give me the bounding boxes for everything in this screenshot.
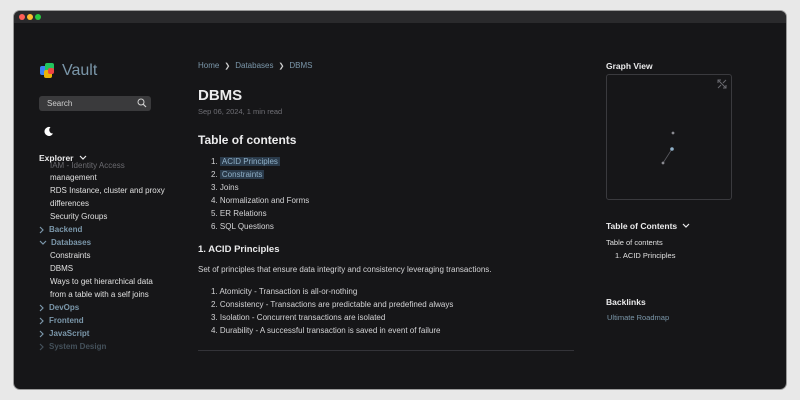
minimize-window-button[interactable] bbox=[27, 14, 33, 20]
tree-folder-system-design[interactable]: System Design bbox=[39, 340, 174, 353]
toc-list: 1. ACID Principles 2. Constraints 3. Joi… bbox=[211, 155, 309, 233]
toc-item: 4. Normalization and Forms bbox=[211, 196, 310, 205]
tree-folder-frontend[interactable]: Frontend bbox=[39, 314, 174, 327]
right-toc-item[interactable]: 1. ACID Principles bbox=[615, 251, 675, 260]
graph-node[interactable] bbox=[671, 131, 675, 135]
tree-item[interactable]: RDS Instance, cluster and proxy bbox=[50, 184, 174, 197]
chevron-right-icon bbox=[39, 330, 44, 337]
chevron-right-icon bbox=[39, 226, 44, 233]
folder-label: Backend bbox=[49, 225, 83, 234]
explorer-tree: IAM - Identity Access management RDS Ins… bbox=[39, 162, 174, 362]
list-item: 3. Isolation - Concurrent transactions a… bbox=[211, 313, 386, 322]
graph-view-title: Graph View bbox=[606, 61, 653, 71]
graph-node[interactable] bbox=[661, 161, 665, 165]
tree-item[interactable]: Security Groups bbox=[50, 210, 174, 223]
tree-item[interactable]: from a table with a self joins bbox=[50, 288, 174, 301]
right-toc-title: Table of Contents bbox=[606, 221, 678, 231]
chevron-right-icon bbox=[39, 304, 44, 311]
graph-node-current[interactable] bbox=[670, 147, 674, 151]
divider bbox=[198, 350, 574, 351]
acid-list: 1. Atomicity - Transaction is all-or-not… bbox=[211, 285, 453, 337]
toc-item: 2. Constraints bbox=[211, 170, 265, 179]
toc-item: 6. SQL Questions bbox=[211, 222, 274, 231]
tree-item[interactable]: Constraints bbox=[50, 249, 174, 262]
list-item: 4. Durability - A successful transaction… bbox=[211, 326, 441, 335]
title-bar bbox=[14, 11, 786, 23]
graph-view[interactable] bbox=[606, 74, 732, 200]
search-icon bbox=[137, 98, 147, 108]
expand-graph-icon[interactable] bbox=[717, 79, 727, 89]
chevron-right-icon bbox=[39, 343, 44, 350]
vault-logo-icon bbox=[40, 63, 56, 79]
page-title: DBMS bbox=[198, 87, 243, 104]
graph-canvas[interactable] bbox=[607, 75, 733, 201]
backlink-link[interactable]: Ultimate Roadmap bbox=[607, 313, 669, 322]
toc-item: 5. ER Relations bbox=[211, 209, 267, 218]
chevron-right-icon: ❯ bbox=[278, 62, 285, 70]
toc-link-constraints[interactable]: Constraints bbox=[219, 170, 265, 179]
folder-label: DevOps bbox=[49, 303, 80, 312]
folder-label: System Design bbox=[49, 342, 107, 351]
site-title[interactable]: Vault bbox=[62, 62, 97, 80]
site-logo[interactable]: Vault bbox=[40, 62, 97, 80]
toc-link-acid[interactable]: ACID Principles bbox=[219, 157, 280, 166]
backlinks-title: Backlinks bbox=[606, 297, 646, 307]
chevron-down-icon bbox=[79, 155, 86, 160]
tree-folder-devops[interactable]: DevOps bbox=[39, 301, 174, 314]
breadcrumb-current[interactable]: DBMS bbox=[289, 61, 312, 70]
toc-item: 1. ACID Principles bbox=[211, 157, 280, 166]
list-item: 2. Consistency - Transactions are predic… bbox=[211, 300, 454, 309]
section-paragraph: Set of principles that ensure data integ… bbox=[198, 265, 492, 274]
toc-item: 3. Joins bbox=[211, 183, 239, 192]
close-window-button[interactable] bbox=[19, 14, 25, 20]
graph-edge bbox=[662, 148, 673, 164]
tree-item[interactable]: differences bbox=[50, 197, 174, 210]
chevron-right-icon: ❯ bbox=[224, 62, 231, 70]
tree-item[interactable]: IAM - Identity Access bbox=[50, 162, 174, 171]
tree-item[interactable]: management bbox=[50, 171, 174, 184]
chevron-down-icon bbox=[682, 223, 690, 228]
tree-folder-backend[interactable]: Backend bbox=[39, 223, 174, 236]
tree-folder-javascript[interactable]: JavaScript bbox=[39, 327, 174, 340]
maximize-window-button[interactable] bbox=[35, 14, 41, 20]
right-toc-item[interactable]: Table of contents bbox=[606, 238, 663, 247]
list-item: 1. Atomicity - Transaction is all-or-not… bbox=[211, 287, 358, 296]
search-placeholder: Search bbox=[47, 99, 73, 108]
search-button[interactable]: Search bbox=[39, 96, 151, 111]
toc-heading: Table of contents bbox=[198, 133, 297, 147]
folder-label: JavaScript bbox=[49, 329, 90, 338]
tree-item-active[interactable]: DBMS bbox=[50, 262, 174, 275]
breadcrumb: Home ❯ Databases ❯ DBMS bbox=[198, 61, 312, 70]
tree-folder-databases[interactable]: Databases bbox=[39, 236, 174, 249]
chevron-right-icon bbox=[39, 317, 44, 324]
article-meta: Sep 06, 2024, 1 min read bbox=[198, 107, 283, 116]
right-toc-toggle[interactable]: Table of Contents bbox=[606, 221, 690, 231]
chevron-down-icon bbox=[39, 240, 47, 245]
breadcrumb-home[interactable]: Home bbox=[198, 61, 219, 70]
moon-icon[interactable] bbox=[43, 126, 54, 137]
tree-item[interactable]: Ways to get hierarchical data bbox=[50, 275, 174, 288]
folder-label: Frontend bbox=[49, 316, 84, 325]
breadcrumb-databases[interactable]: Databases bbox=[235, 61, 273, 70]
folder-label: Databases bbox=[51, 238, 92, 247]
section-heading: 1. ACID Principles bbox=[198, 244, 280, 255]
